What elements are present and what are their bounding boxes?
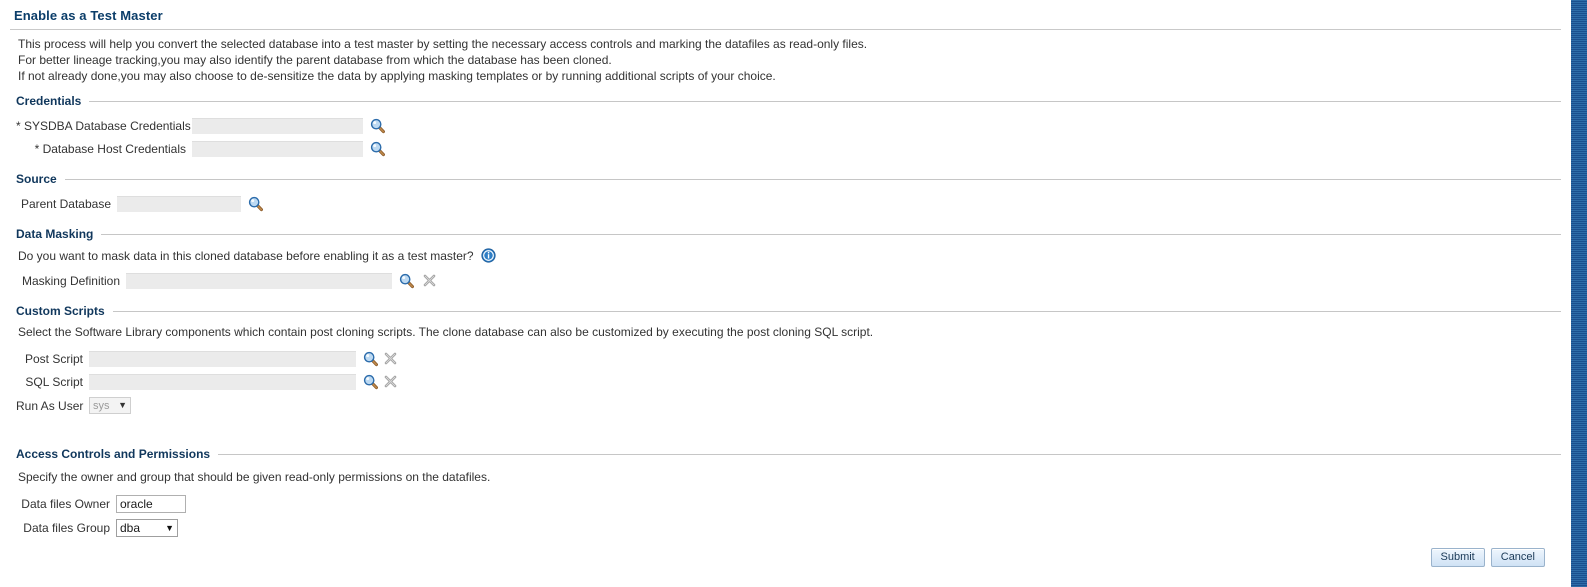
section-title-source: Source — [16, 172, 57, 186]
row-run-as-user: Run As User sys ▼ — [0, 393, 1571, 418]
intro-line-1: This process will help you convert the s… — [18, 37, 868, 51]
label-data-files-owner: Data files Owner — [21, 497, 110, 511]
row-masking-definition: Masking Definition — [0, 269, 1571, 292]
section-rule — [101, 233, 1561, 235]
row-data-files-group: Data files Group dba ▼ — [0, 516, 1571, 540]
row-sysdba-credentials: * SYSDBA Database Credentials — [0, 114, 1571, 137]
clear-x-icon[interactable] — [381, 350, 399, 368]
intro-line-3: If not already done,you may also choose … — [18, 69, 776, 83]
section-title-access-controls: Access Controls and Permissions — [16, 447, 211, 461]
magnifier-icon[interactable] — [362, 373, 380, 391]
clear-x-icon[interactable] — [420, 272, 438, 290]
label-sql-script: SQL Script — [25, 374, 83, 389]
page-container: Enable as a Test Master This process wil… — [0, 0, 1571, 587]
page-title: Enable as a Test Master — [14, 8, 163, 23]
masking-definition-input[interactable] — [126, 272, 392, 289]
section-rule — [218, 453, 1561, 455]
section-title-credentials: Credentials — [16, 94, 82, 108]
label-parent-database: Parent Database — [20, 196, 111, 211]
post-script-input[interactable] — [89, 350, 356, 367]
chevron-down-icon: ▼ — [165, 522, 174, 533]
custom-scripts-description: Select the Software Library components w… — [18, 325, 874, 339]
magnifier-icon[interactable] — [369, 117, 387, 135]
submit-button[interactable]: Submit — [1430, 548, 1485, 567]
data-masking-question-row: Do you want to mask data in this cloned … — [0, 241, 1571, 265]
data-files-group-value: dba — [120, 521, 141, 535]
section-rule — [89, 100, 1561, 102]
right-edge-band — [1571, 0, 1587, 587]
label-host-credentials: * Database Host Credentials — [34, 141, 186, 156]
row-post-script: Post Script — [0, 347, 1571, 370]
cancel-button[interactable]: Cancel — [1490, 548, 1545, 567]
magnifier-icon[interactable] — [369, 140, 387, 158]
data-masking-question: Do you want to mask data in this cloned … — [18, 249, 474, 263]
magnifier-icon[interactable] — [247, 195, 265, 213]
magnifier-icon[interactable] — [398, 272, 416, 290]
clear-x-icon[interactable] — [381, 373, 399, 391]
access-controls-description: Specify the owner and group that should … — [18, 470, 491, 484]
run-as-user-select[interactable]: sys ▼ — [89, 397, 131, 414]
parent-database-input[interactable] — [117, 195, 241, 212]
section-header-source: Source — [0, 172, 1571, 186]
section-header-data-masking: Data Masking — [0, 227, 1571, 241]
section-title-data-masking: Data Masking — [16, 227, 94, 241]
intro-line-2: For better lineage tracking,you may also… — [18, 53, 612, 67]
section-header-access-controls: Access Controls and Permissions — [0, 447, 1571, 461]
label-run-as-user: Run As User — [16, 398, 84, 413]
row-host-credentials: * Database Host Credentials — [0, 137, 1571, 160]
section-rule — [112, 310, 1561, 312]
section-title-custom-scripts: Custom Scripts — [16, 304, 105, 318]
row-sql-script: SQL Script — [0, 370, 1571, 393]
label-sysdba-credentials: * SYSDBA Database Credentials — [16, 118, 191, 133]
row-parent-database: Parent Database — [0, 192, 1571, 215]
sql-script-input[interactable] — [89, 373, 356, 390]
intro-paragraph: This process will help you convert the s… — [0, 30, 1571, 84]
host-credentials-input[interactable] — [192, 140, 363, 157]
info-icon[interactable] — [481, 248, 496, 263]
run-as-user-value: sys — [93, 399, 110, 412]
section-header-custom-scripts: Custom Scripts — [0, 304, 1571, 318]
data-files-owner-input[interactable] — [116, 495, 186, 513]
magnifier-icon[interactable] — [362, 350, 380, 368]
label-masking-definition: Masking Definition — [21, 273, 120, 288]
section-rule — [64, 178, 1561, 180]
label-data-files-group: Data files Group — [23, 521, 110, 535]
row-data-files-owner: Data files Owner — [0, 492, 1571, 516]
button-bar: Submit Cancel — [1430, 548, 1545, 567]
section-header-credentials: Credentials — [0, 94, 1571, 108]
chevron-down-icon: ▼ — [118, 400, 127, 410]
sysdba-credentials-input[interactable] — [192, 117, 363, 134]
label-post-script: Post Script — [24, 351, 83, 366]
data-files-group-select[interactable]: dba ▼ — [116, 519, 178, 537]
